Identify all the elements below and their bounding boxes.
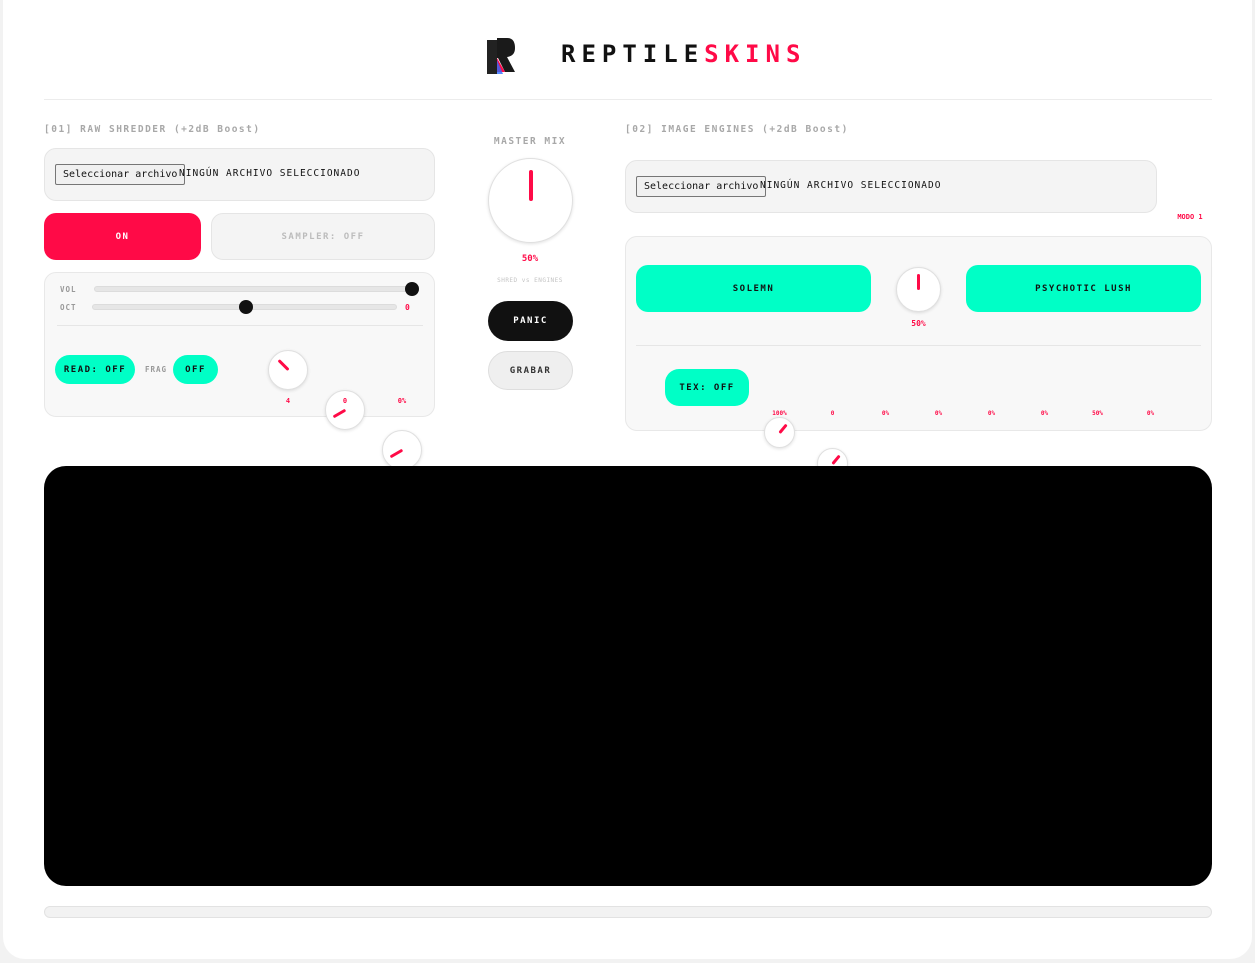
engine-knob-1-value: 100% [772,410,787,417]
app-window: REPTILESKINS [01] RAW SHREDDER (+2dB Boo… [3,0,1252,959]
engines-panel-divider [636,345,1201,346]
shredder-knob-2[interactable] [325,390,365,430]
engine-knob-5-value: 0% [987,410,996,417]
engines-file-button[interactable]: Seleccionar archivo [636,176,767,197]
vol-label: VOL [60,285,77,294]
engines-controls-panel: SOLEMN 50% PSYCHOTIC LUSH TEX: OFF 100% 0… [625,236,1212,665]
panic-button[interactable]: PANIC [488,301,573,341]
oct-slider-thumb[interactable] [238,300,253,314]
shredder-on-button[interactable]: ON [44,213,201,260]
header-divider [44,99,1212,100]
shredder-knob-2-value: 0 [342,397,348,405]
record-button[interactable]: GRABAR [488,351,573,390]
visualizer-canvas[interactable] [44,466,1212,886]
shredder-knob-1-value: 4 [285,397,291,405]
engine-knob-8-value: 0% [1146,410,1155,417]
engine-knob-4-value: 0% [934,410,943,417]
shredder-knob-3-value: 0% [397,397,407,405]
shredder-file-status: NINGÚN ARCHIVO SELECCIONADO [179,168,361,179]
engines-file-box: Seleccionar archivo NINGÚN ARCHIVO SELEC… [625,160,1157,213]
shredder-file-box: Seleccionar archivo NINGÚN ARCHIVO SELEC… [44,148,435,201]
engine-blend-value: 50% [911,319,926,328]
oct-slider[interactable] [92,300,397,314]
tex-toggle[interactable]: TEX: OFF [665,369,749,406]
shredder-file-button[interactable]: Seleccionar archivo [55,164,186,185]
engines-section-label: [02] IMAGE ENGINES (+2dB Boost) [625,124,849,135]
frag-label: FRAG [145,365,168,374]
engine-blend-knob[interactable] [896,267,941,312]
panel-divider [57,325,423,326]
read-toggle[interactable]: READ: OFF [55,355,135,384]
brand-part-2: SKINS [704,40,807,68]
sampler-button[interactable]: SAMPLER: OFF [211,213,435,260]
solemn-button[interactable]: SOLEMN [636,265,871,312]
oct-value: 0 [405,303,410,312]
master-mix-knob[interactable] [488,158,573,243]
reptileskins-logo [487,38,515,74]
shredder-section-label: [01] RAW SHREDDER (+2dB Boost) [44,124,261,135]
shredder-controls-panel: VOL OCT 0 READ: OFF FRAG OFF 4 0 0% [44,272,435,470]
psychotic-lush-button[interactable]: PSYCHOTIC LUSH [966,265,1201,312]
progress-bar[interactable] [44,906,1212,918]
engine-knob-1[interactable] [764,417,795,448]
vol-slider-thumb[interactable] [405,282,419,296]
brand-title: REPTILESKINS [561,40,806,68]
engine-knob-6-value: 0% [1040,410,1049,417]
mode-label: MODO 1 [1177,213,1203,221]
frag-toggle[interactable]: OFF [173,355,218,384]
engine-knob-2-value: 0 [830,410,835,417]
engine-knob-3-value: 0% [881,410,890,417]
vol-slider[interactable] [94,282,419,296]
master-mix-value: 50% [521,254,539,264]
engines-file-status: NINGÚN ARCHIVO SELECCIONADO [760,180,942,191]
master-mix-label: MASTER MIX [493,136,567,147]
shredder-knob-3[interactable] [382,430,422,470]
brand-part-1: REPTILE [561,40,705,68]
master-mix-sublabel: SHRED vs ENGINES [497,277,563,284]
shredder-knob-1[interactable] [268,350,308,390]
oct-label: OCT [60,303,77,312]
engine-knob-7-value: 50% [1092,410,1103,417]
